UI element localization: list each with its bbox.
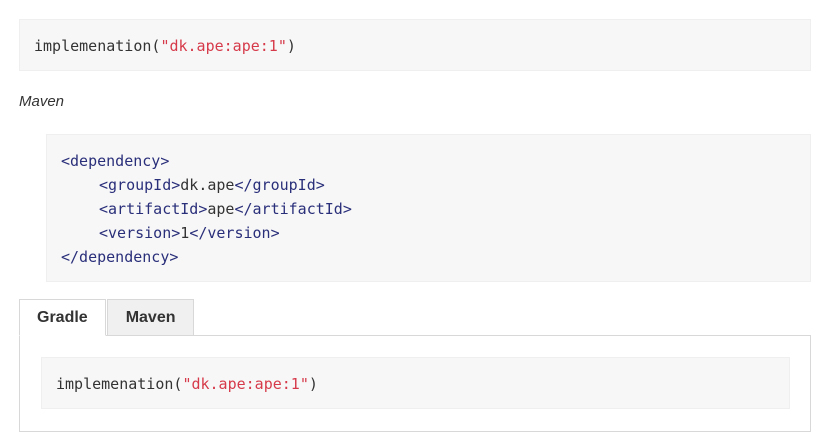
tab-panel-code-block: implemenation("dk.ape:ape:1") — [41, 357, 790, 409]
gradle-code-block: implemenation("dk.ape:ape:1") — [19, 19, 811, 71]
code-line: implemenation("dk.ape:ape:1") — [34, 34, 810, 58]
code-line: <groupId>dk.ape</groupId> — [61, 173, 810, 197]
tab-panel: implemenation("dk.ape:ape:1") — [19, 335, 811, 432]
code-function: implemenation( — [56, 375, 183, 393]
maven-heading: Maven — [19, 93, 65, 110]
code-line: <version>1</version> — [61, 221, 810, 245]
code-line: <dependency> — [61, 149, 810, 173]
code-tag: <groupId> — [99, 176, 181, 194]
tab-gradle[interactable]: Gradle — [19, 299, 106, 336]
code-tag: </groupId> — [234, 176, 325, 194]
code-string: "dk.ape:ape:1" — [182, 375, 309, 393]
code-function: implemenation( — [34, 37, 161, 55]
code-line: implemenation("dk.ape:ape:1") — [56, 372, 789, 396]
code-line: </dependency> — [61, 245, 810, 269]
code-tag: </artifactId> — [234, 200, 352, 218]
tab-maven[interactable]: Maven — [106, 299, 195, 336]
code-tag: </version> — [189, 224, 280, 242]
code-tag: <artifactId> — [99, 200, 208, 218]
code-paren: ) — [308, 375, 318, 393]
code-tag: <version> — [99, 224, 181, 242]
code-text: dk.ape — [180, 176, 235, 194]
code-tag: </dependency> — [61, 248, 179, 266]
code-paren: ) — [286, 37, 296, 55]
code-line: <artifactId>ape</artifactId> — [61, 197, 810, 221]
code-text: 1 — [180, 224, 190, 242]
maven-code-block: <dependency> <groupId>dk.ape</groupId> <… — [46, 134, 811, 282]
code-string: "dk.ape:ape:1" — [160, 37, 287, 55]
code-text: ape — [207, 200, 235, 218]
code-tag: <dependency> — [61, 152, 170, 170]
build-tool-tabs: Gradle Maven — [19, 299, 195, 336]
